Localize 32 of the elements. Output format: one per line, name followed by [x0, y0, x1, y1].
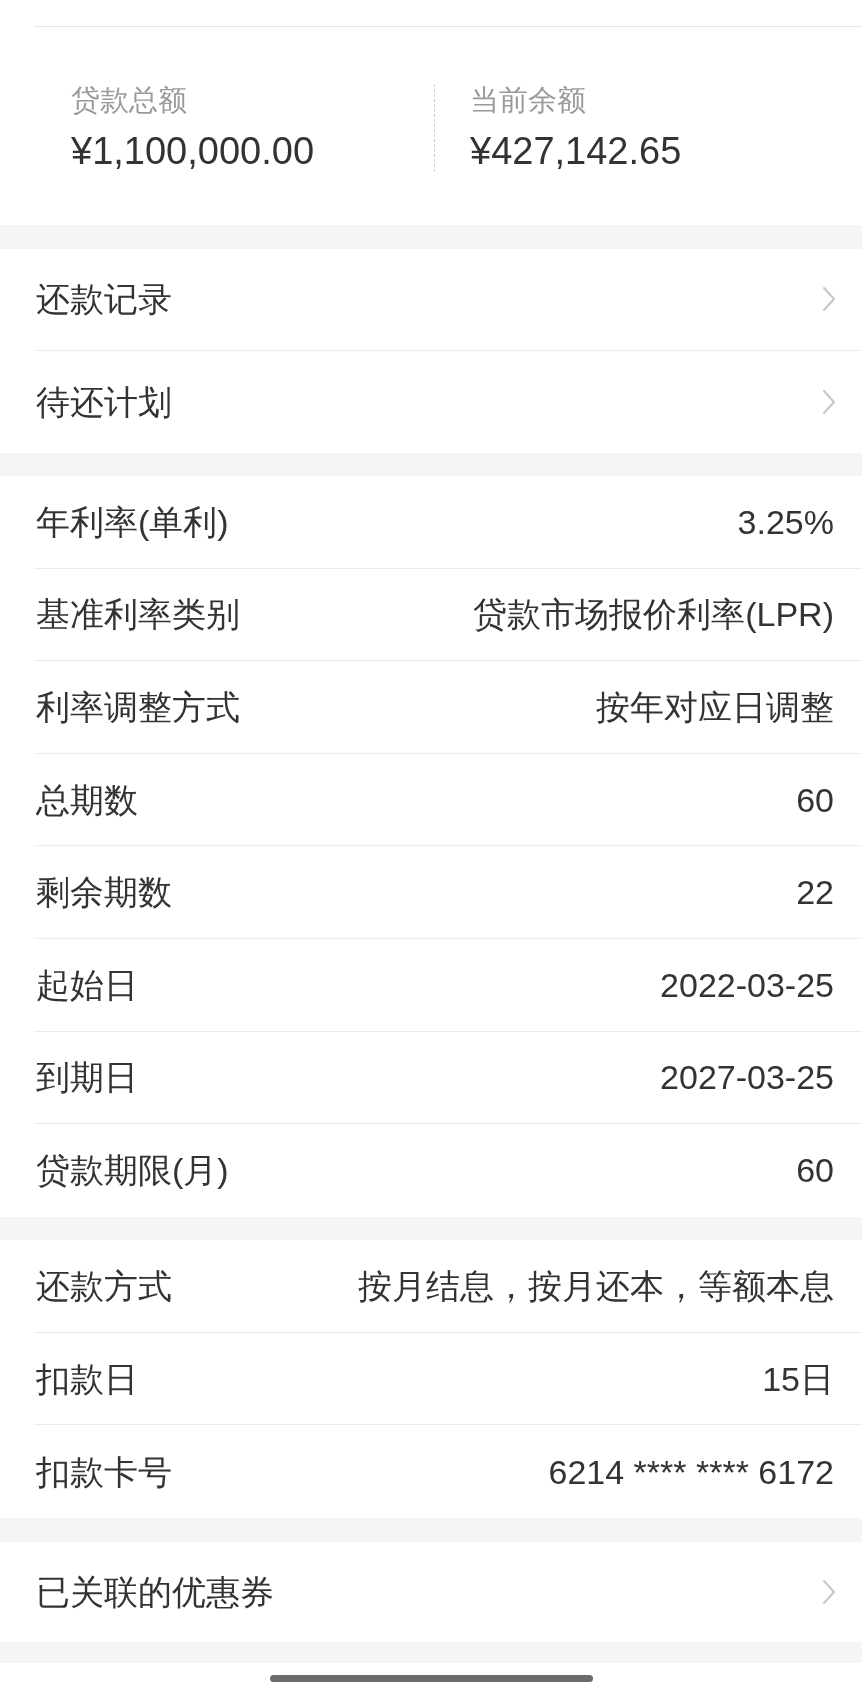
menu-item[interactable]: 还款记录 — [34, 248, 862, 351]
summary-label: 当前余额 — [470, 83, 586, 118]
detail-value: 22 — [796, 872, 834, 914]
detail-value: 60 — [796, 779, 834, 821]
detail-label: 利率调整方式 — [36, 687, 240, 728]
detail-label: 总期数 — [36, 779, 138, 821]
menu-item[interactable]: 待还计划 — [34, 350, 862, 453]
detail-value: 6214 **** **** 6172 — [548, 1451, 834, 1493]
detail-label: 基准利率类别 — [36, 594, 240, 636]
chevron-icon — [822, 388, 836, 415]
detail-value: 贷款市场报价利率(LPR) — [473, 594, 834, 636]
summary-amount: ¥427,142.65 — [470, 129, 682, 174]
detail-value: 60 — [796, 1150, 834, 1192]
chevron-icon — [822, 1578, 836, 1605]
detail-value: 2027-03-25 — [660, 1057, 834, 1099]
chevron-icon — [822, 286, 836, 312]
detail-value: 按月结息，按月还本，等额本息 — [358, 1266, 834, 1308]
detail-value: 3.25% — [737, 501, 834, 543]
detail-label: 剩余期数 — [36, 872, 172, 914]
detail-label: 贷款期限(月) — [36, 1150, 229, 1192]
detail-value: 2022-03-25 — [660, 964, 834, 1006]
summary-amount: ¥1,100,000.00 — [71, 129, 314, 174]
detail-label: 还款方式 — [36, 1266, 172, 1308]
detail-label: 扣款卡号 — [36, 1451, 172, 1493]
detail-label: 年利率(单利) — [36, 501, 229, 543]
menu-item[interactable]: 已关联的优惠券 — [34, 1541, 862, 1642]
detail-value: 15日 — [762, 1358, 834, 1400]
detail-value: 按年对应日调整 — [596, 687, 834, 728]
detail-label: 扣款日 — [36, 1358, 138, 1400]
detail-label: 到期日 — [36, 1057, 138, 1099]
summary-label: 贷款总额 — [71, 83, 187, 118]
detail-label: 起始日 — [36, 964, 138, 1006]
